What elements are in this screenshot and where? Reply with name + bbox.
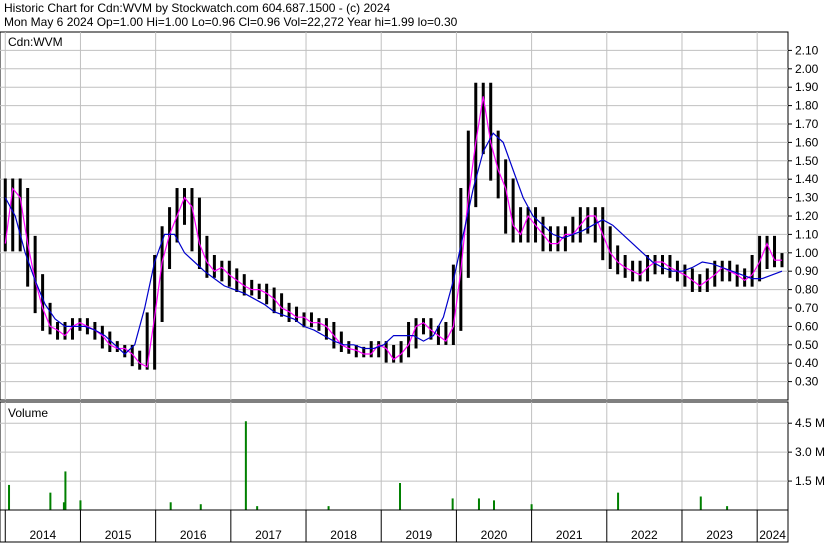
price-tick-label: 0.40 (795, 356, 819, 370)
year-label: 2022 (631, 528, 658, 542)
year-label: 2020 (481, 528, 508, 542)
year-label: 2019 (405, 528, 432, 542)
year-label: 2016 (180, 528, 207, 542)
price-tick-label: 1.40 (795, 172, 819, 186)
price-tick-label: 2.00 (795, 62, 819, 76)
price-tick-label: 0.30 (795, 375, 819, 389)
year-label: 2017 (255, 528, 282, 542)
price-tick-label: 0.50 (795, 338, 819, 352)
year-label: 2024 (759, 528, 786, 542)
price-tick-label: 1.30 (795, 191, 819, 205)
volume-y-axis: 4.5 M 3.0 M 1.5 M (788, 416, 825, 488)
year-label: 2014 (30, 528, 57, 542)
year-label: 2018 (330, 528, 357, 542)
price-tick-label: 1.60 (795, 135, 819, 149)
price-tick-label: 1.80 (795, 99, 819, 113)
volume-tick-label: 1.5 M (795, 474, 825, 488)
year-label: 2023 (706, 528, 733, 542)
price-tick-label: 0.80 (795, 283, 819, 297)
quote-summary: Mon May 6 2024 Op=1.00 Hi=1.00 Lo=0.96 C… (4, 15, 458, 29)
price-tick-label: 1.70 (795, 117, 819, 131)
ticker-label: Cdn:WVM (8, 35, 63, 49)
price-tick-label: 2.10 (795, 43, 819, 57)
year-label: 2021 (556, 528, 583, 542)
volume-label: Volume (8, 406, 48, 420)
volume-tick-label: 3.0 M (795, 445, 825, 459)
price-tick-label: 0.60 (795, 319, 819, 333)
volume-tick-label: 4.5 M (795, 416, 825, 430)
price-tick-label: 1.50 (795, 154, 819, 168)
price-tick-label: 1.00 (795, 246, 819, 260)
price-tick-label: 1.90 (795, 80, 819, 94)
price-tick-label: 1.20 (795, 209, 819, 223)
price-tick-label: 0.70 (795, 301, 819, 315)
price-tick-label: 1.10 (795, 227, 819, 241)
stock-chart: 2.10 2.00 1.90 1.80 1.70 1.60 1.50 1.40 1.30 1.20… (0, 31, 825, 543)
year-label: 2015 (105, 528, 132, 542)
price-tick-label: 0.90 (795, 264, 819, 278)
volume-panel (0, 401, 789, 511)
price-y-axis: 2.10 2.00 1.90 1.80 1.70 1.60 1.50 1.40 1.30 1.20… (788, 43, 819, 389)
chart-title: Historic Chart for Cdn:WVM by Stockwatch… (4, 1, 391, 15)
